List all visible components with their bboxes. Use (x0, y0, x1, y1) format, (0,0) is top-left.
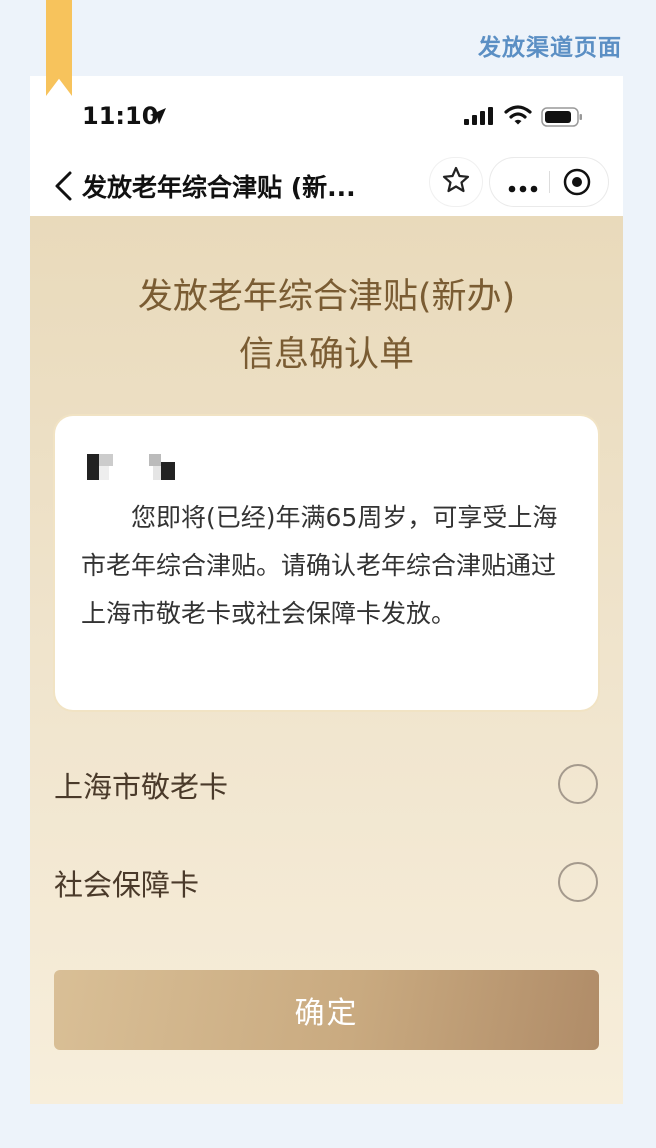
target-icon[interactable] (563, 168, 591, 200)
wifi-icon (504, 104, 532, 130)
redacted-name (87, 454, 179, 484)
nav-title: 发放老年综合津贴 (新... (82, 173, 356, 202)
location-arrow-icon (148, 106, 168, 130)
form-title: 发放老年综合津贴(新办) 信息确认单 (30, 268, 623, 384)
star-icon (441, 165, 471, 199)
favorite-button[interactable] (430, 158, 482, 206)
page-label: 发放渠道页面 (478, 35, 622, 61)
form-title-line1: 发放老年综合津贴(新办) (137, 277, 516, 317)
card-text: 您即将(已经)年满65周岁，可享受上海市老年综合津贴。请确认老年综合津贴通过上海… (81, 503, 558, 628)
option-social-security-card[interactable]: 社会保障卡 (30, 850, 623, 910)
signal-icon (464, 107, 496, 129)
option-label: 上海市敬老卡 (54, 770, 229, 804)
page-root: 发放渠道页面 11:10 发放老年综合津贴 (新... 发放老年综合津贴(新办)… (0, 0, 656, 1148)
phone-screen: 11:10 发放老年综合津贴 (新... 发放老年综合津贴(新办) 信息确认单 … (30, 76, 623, 1104)
back-chevron-icon[interactable] (52, 170, 74, 206)
mini-program-capsule (490, 158, 608, 206)
capsule-divider (549, 171, 550, 193)
status-bar: 11:10 (30, 76, 623, 156)
battery-icon (541, 107, 583, 131)
radio-elder-card[interactable] (558, 764, 598, 804)
content-area: 发放老年综合津贴(新办) 信息确认单 您即将(已经)年满65周岁，可享受上海市老… (30, 216, 623, 1104)
form-title-line2: 信息确认单 (238, 335, 414, 375)
status-time: 11:10 (82, 102, 159, 130)
option-elder-card[interactable]: 上海市敬老卡 (30, 752, 623, 812)
nav-bar: 发放老年综合津贴 (新... (30, 156, 623, 216)
confirm-button[interactable]: 确定 (54, 970, 599, 1050)
more-dots-icon[interactable] (508, 178, 538, 197)
info-card: 您即将(已经)年满65周岁，可享受上海市老年综合津贴。请确认老年综合津贴通过上海… (55, 416, 598, 710)
radio-social-security-card[interactable] (558, 862, 598, 902)
option-label: 社会保障卡 (54, 868, 200, 902)
